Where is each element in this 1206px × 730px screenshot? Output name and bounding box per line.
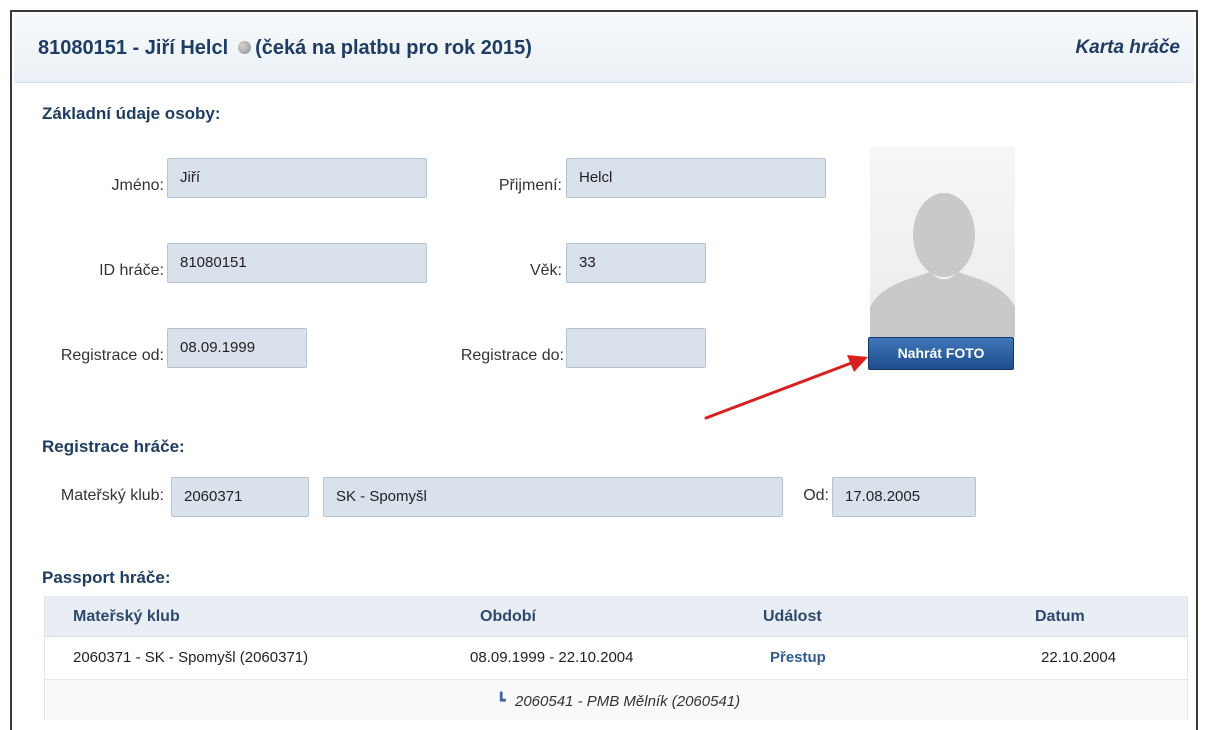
player-id-label: ID hráče: (99, 262, 164, 279)
corner-arrow-icon: ┗ (497, 692, 506, 708)
age-label: Věk: (529, 262, 562, 279)
last-name-label: Přijmení: (498, 177, 562, 194)
player-id-field[interactable]: 81080151 (167, 243, 427, 283)
club-label: Mateřský klub: (60, 487, 164, 504)
table-header: Mateřský klub Období Událost Datum (45, 596, 1187, 637)
club-id-field[interactable]: 2060371 (171, 477, 309, 517)
player-card-link[interactable]: Karta hráče (1075, 37, 1180, 59)
status-dot-icon (238, 41, 252, 55)
player-title: 81080151 - Jiří Helcl (38, 37, 229, 59)
passport-section-title: Passport hráče: (42, 568, 171, 587)
avatar-placeholder-icon (870, 193, 1015, 337)
column-header-club: Mateřský klub (73, 608, 180, 625)
upload-photo-button[interactable]: Nahrát FOTO (868, 337, 1014, 370)
age-field[interactable]: 33 (566, 243, 706, 283)
registration-from-label: Registrace od: (60, 347, 164, 364)
table-row: 2060371 - SK - Spomyšl (2060371) 08.09.1… (45, 637, 1187, 680)
cell-club: 2060371 - SK - Spomyšl (2060371) (73, 649, 309, 666)
payment-status: (čeká na platbu pro rok 2015) (255, 37, 532, 59)
cell-event-link[interactable]: Přestup (770, 649, 826, 666)
last-name-field[interactable]: Helcl (566, 158, 826, 198)
cell-date: 22.10.2004 (1041, 649, 1117, 666)
player-card: 81080151 - Jiří Helcl (čeká na platbu pro… (10, 10, 1198, 730)
registration-to-label: Registrace do: (460, 347, 564, 364)
column-header-date: Datum (1035, 608, 1085, 625)
cell-period: 08.09.1999 - 22.10.2004 (470, 649, 634, 666)
player-photo (870, 147, 1015, 337)
registration-to-field[interactable] (566, 328, 706, 368)
card-header: 81080151 - Jiří Helcl (čeká na platbu pro… (14, 14, 1194, 83)
page-title: 81080151 - Jiří Helcl (čeká na platbu pro… (38, 37, 532, 60)
sub-row-club: 2060541 - PMB Mělník (2060541) (515, 693, 741, 710)
personal-section-title: Základní údaje osoby: (42, 104, 221, 123)
first-name-label: Jméno: (111, 177, 164, 194)
first-name-field[interactable]: Jiří (167, 158, 427, 198)
from-date-label: Od: (803, 487, 829, 504)
red-arrow-icon (704, 355, 868, 420)
column-header-period: Období (480, 608, 536, 625)
table-sub-row: ┗ 2060541 - PMB Mělník (2060541) (45, 680, 1187, 720)
passport-table: Mateřský klub Období Událost Datum 20603… (44, 596, 1188, 720)
from-date-field[interactable]: 17.08.2005 (832, 477, 976, 517)
registration-from-field[interactable]: 08.09.1999 (167, 328, 307, 368)
column-header-event: Událost (763, 608, 822, 625)
club-name-field[interactable]: SK - Spomyšl (323, 477, 783, 517)
registration-section-title: Registrace hráče: (42, 437, 185, 456)
